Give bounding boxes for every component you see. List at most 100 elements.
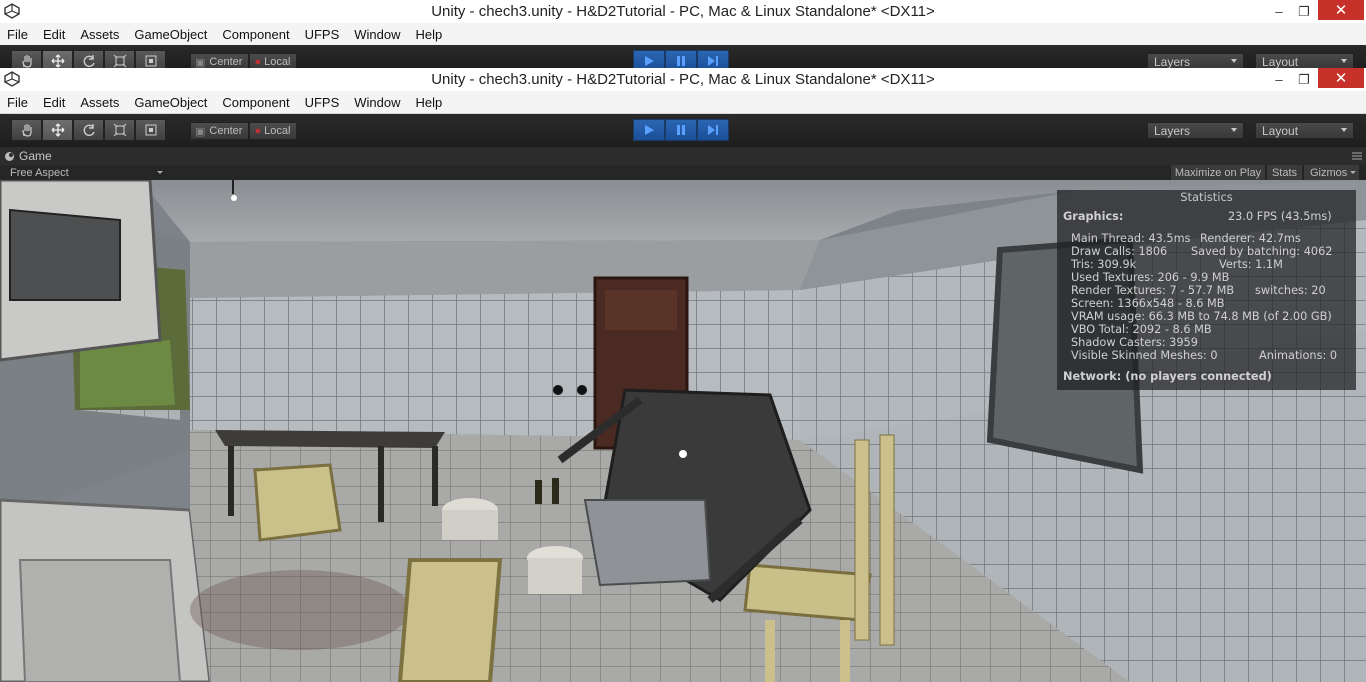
vram-stat: VRAM usage: 66.3 MB to 74.8 MB (of 2.00 … xyxy=(1071,310,1332,323)
window-title: Unity - chech3.unity - H&D2Tutorial - PC… xyxy=(431,71,935,88)
layout-dropdown[interactable]: Layout xyxy=(1255,122,1354,139)
statistics-header: Statistics xyxy=(1180,190,1233,204)
menu-edit[interactable]: Edit xyxy=(43,95,65,110)
layout-label: Layout xyxy=(1262,123,1299,138)
pivot-local-back[interactable]: ● Local xyxy=(249,53,298,68)
game-view-toolbar: Free Aspect Maximize on Play Stats Gizmo… xyxy=(0,165,1366,180)
minimize-button-back[interactable]: – xyxy=(1268,0,1290,23)
skinned-meshes-stat: Visible Skinned Meshes: 0 xyxy=(1071,349,1218,362)
tab-game[interactable]: Game xyxy=(4,147,52,165)
pivot-icon: ▣ xyxy=(195,125,206,138)
pivot-center-button[interactable]: ▣ Center xyxy=(190,122,250,140)
layers-dropdown[interactable]: Layers xyxy=(1147,122,1244,139)
background-window: Unity - chech3.unity - H&D2Tutorial - PC… xyxy=(0,0,1366,68)
rect-icon xyxy=(145,55,156,67)
menu-component-back[interactable]: Component xyxy=(222,27,289,42)
transform-tools-back xyxy=(11,50,166,68)
menu-window-back[interactable]: Window xyxy=(354,27,400,42)
chevron-down-icon xyxy=(1231,128,1237,132)
hand-icon xyxy=(21,124,32,137)
window-title-back: Unity - chech3.unity - H&D2Tutorial - PC… xyxy=(431,3,935,20)
pause-icon xyxy=(677,125,685,135)
close-button[interactable]: ✕ xyxy=(1318,68,1364,88)
play-icon xyxy=(645,56,654,66)
panel-menu-icon[interactable] xyxy=(1352,152,1362,160)
gizmos-dropdown[interactable]: Gizmos xyxy=(1303,165,1359,180)
pause-button-back[interactable] xyxy=(665,50,697,68)
aspect-dropdown[interactable]: Free Aspect xyxy=(10,165,165,180)
rotate-icon xyxy=(83,124,95,137)
pivot-local-button[interactable]: ● Local xyxy=(249,122,298,140)
gizmos-label: Gizmos xyxy=(1310,166,1348,179)
rect-icon xyxy=(145,124,156,136)
renderer-stat: Renderer: 42.7ms xyxy=(1200,232,1301,245)
step-icon xyxy=(708,125,718,135)
tris-stat: Tris: 309.9k xyxy=(1071,258,1137,271)
game-icon xyxy=(5,151,14,161)
rotate-tool-button[interactable] xyxy=(73,119,104,141)
chevron-down-icon xyxy=(1350,171,1356,174)
play-button-back[interactable] xyxy=(633,50,665,68)
menu-component[interactable]: Component xyxy=(222,95,289,110)
menu-edit-back[interactable]: Edit xyxy=(43,27,65,42)
rect-tool-button[interactable] xyxy=(135,119,166,141)
rect-tool-back[interactable] xyxy=(135,50,166,68)
chevron-down-icon xyxy=(1231,59,1237,63)
minimize-button[interactable]: – xyxy=(1268,68,1290,91)
pause-button[interactable] xyxy=(665,119,697,141)
hand-tool-button[interactable] xyxy=(11,119,42,141)
chevron-down-icon xyxy=(157,171,163,174)
play-button[interactable] xyxy=(633,119,665,141)
move-tool-button[interactable] xyxy=(42,119,73,141)
stats-toggle[interactable]: Stats xyxy=(1266,165,1302,180)
menu-ufps-back[interactable]: UFPS xyxy=(305,27,340,42)
menu-window[interactable]: Window xyxy=(354,95,400,110)
pivot-center-back[interactable]: ▣ Center xyxy=(190,53,250,68)
hand-tool-back[interactable] xyxy=(11,50,42,68)
menu-help-back[interactable]: Help xyxy=(416,27,443,42)
title-bar-back: Unity - chech3.unity - H&D2Tutorial - PC… xyxy=(0,0,1366,23)
move-icon xyxy=(51,123,64,137)
switches-stat: switches: 20 xyxy=(1255,284,1326,297)
layout-dropdown-back[interactable]: Layout xyxy=(1255,53,1354,68)
menu-ufps[interactable]: UFPS xyxy=(305,95,340,110)
scale-tool-button[interactable] xyxy=(104,119,135,141)
toolbar-back: ▣ Center ● Local Layers Layout xyxy=(0,45,1366,68)
step-button[interactable] xyxy=(697,119,729,141)
unity-logo-icon xyxy=(4,71,20,87)
maximize-button[interactable]: ❐ xyxy=(1293,68,1315,91)
layers-label: Layers xyxy=(1154,123,1191,138)
play-icon xyxy=(645,125,654,135)
unity-logo-icon xyxy=(4,3,20,19)
layout-label-back: Layout xyxy=(1262,54,1299,69)
scale-icon xyxy=(113,54,126,68)
menu-file-back[interactable]: File xyxy=(7,27,28,42)
tab-game-label: Game xyxy=(19,149,52,163)
menu-gameobject[interactable]: GameObject xyxy=(134,95,207,110)
shadow-casters-stat: Shadow Casters: 3959 xyxy=(1071,336,1198,349)
menu-assets[interactable]: Assets xyxy=(80,95,119,110)
play-controls xyxy=(633,119,729,141)
menu-assets-back[interactable]: Assets xyxy=(80,27,119,42)
menu-help[interactable]: Help xyxy=(416,95,443,110)
close-button-back[interactable]: ✕ xyxy=(1318,0,1364,20)
step-button-back[interactable] xyxy=(697,50,729,68)
hand-icon xyxy=(21,55,32,68)
layers-dropdown-back[interactable]: Layers xyxy=(1147,53,1244,68)
aspect-label: Free Aspect xyxy=(10,166,69,179)
maximize-button-back[interactable]: ❐ xyxy=(1293,0,1315,23)
move-tool-back[interactable] xyxy=(42,50,73,68)
transform-tools xyxy=(11,119,166,141)
animations-stat: Animations: 0 xyxy=(1259,349,1338,362)
scale-tool-back[interactable] xyxy=(104,50,135,68)
rotate-icon xyxy=(83,55,95,68)
rotate-tool-back[interactable] xyxy=(73,50,104,68)
draw-calls-stat: Draw Calls: 1806 xyxy=(1071,245,1168,258)
layers-label-back: Layers xyxy=(1154,54,1191,69)
title-bar: Unity - chech3.unity - H&D2Tutorial - PC… xyxy=(0,68,1366,91)
menu-gameobject-back[interactable]: GameObject xyxy=(134,27,207,42)
pivot-toggles-back: ▣ Center ● Local xyxy=(190,53,298,68)
screen-stat: Screen: 1366x548 - 8.6 MB xyxy=(1071,297,1225,310)
menu-file[interactable]: File xyxy=(7,95,28,110)
maximize-on-play-toggle[interactable]: Maximize on Play xyxy=(1170,165,1265,180)
